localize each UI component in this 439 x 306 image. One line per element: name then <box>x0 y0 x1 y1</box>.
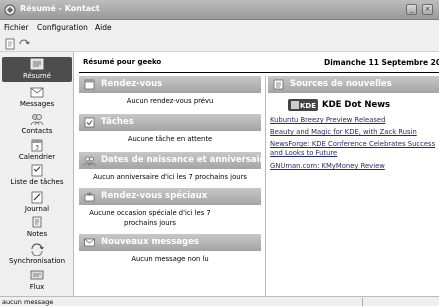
news-link[interactable]: NewsForge: KDE Conference Celebrates Suc… <box>270 140 439 158</box>
sidebar-item-flux[interactable]: Flux <box>2 268 72 293</box>
sidebar-item-label: Contacts <box>21 127 53 135</box>
section-taches-title[interactable]: Tâches <box>79 114 261 131</box>
close-icon[interactable]: × <box>422 4 433 15</box>
sidebar: Résumé Messages Contacts 3 Calendrier Li… <box>0 52 74 296</box>
toolbar <box>0 36 439 52</box>
section-messages-title[interactable]: Nouveaux messages <box>79 234 261 251</box>
kde-logo-icon: KDE <box>288 99 318 111</box>
section-title-text: Tâches <box>101 117 134 127</box>
todo-icon <box>84 117 95 128</box>
journal-icon <box>31 191 43 204</box>
mail-icon <box>84 238 95 247</box>
section-news-title[interactable]: Sources de nouvelles <box>268 76 439 93</box>
news-column: Sources de nouvelles KDE KDE Dot News Ku… <box>265 76 439 296</box>
sidebar-item-label: Notes <box>26 230 48 238</box>
birthday-icon <box>83 156 96 167</box>
header-divider <box>79 72 439 73</box>
notes-icon <box>32 216 42 228</box>
news-link[interactable]: Kubuntu Breezy Preview Released <box>270 116 439 125</box>
sidebar-item-calendrier[interactable]: 3 Calendrier <box>2 138 72 163</box>
menu-fichier[interactable]: Fichier <box>4 23 29 32</box>
sidebar-item-label: Messages <box>19 100 55 108</box>
feed-icon <box>30 270 44 280</box>
menu-aide[interactable]: Aide <box>95 23 112 32</box>
menu-configuration[interactable]: Configuration <box>37 23 88 32</box>
sidebar-item-contacts[interactable]: Contacts <box>2 112 72 137</box>
feed-name: KDE Dot News <box>322 100 391 110</box>
contacts-icon <box>30 114 44 126</box>
news-link[interactable]: GNUman.com: KMyMoney Review <box>270 162 439 171</box>
sync-icon <box>31 243 44 256</box>
section-title-text: Nouveaux messages <box>101 237 199 247</box>
sidebar-item-label: Résumé <box>22 72 52 80</box>
menubar: Fichier Configuration Aide <box>0 20 439 36</box>
section-rendez-vous-title[interactable]: Rendez-vous <box>79 76 261 93</box>
svg-text:3: 3 <box>35 145 39 152</box>
summary-icon <box>30 58 44 70</box>
sidebar-item-label: Flux <box>29 283 45 291</box>
summary-date: Dimanche 11 Septembre 200 <box>324 58 439 67</box>
minimize-icon[interactable]: _ <box>406 4 417 15</box>
status-divider <box>362 298 363 306</box>
sidebar-item-messages[interactable]: Messages <box>2 85 72 110</box>
sidebar-item-resume[interactable]: Résumé <box>2 57 72 82</box>
todo-icon <box>31 164 43 177</box>
sidebar-item-label: Liste de tâches <box>10 178 64 186</box>
statusbar: aucun message <box>0 296 439 306</box>
section-title-text: Sources de nouvelles <box>290 79 392 89</box>
window-title: Résumé - Kontact <box>20 4 100 13</box>
section-title-text: Rendez-vous spéciaux <box>101 191 208 201</box>
news-link[interactable]: Beauty and Magic for KDE, with Zack Rusi… <box>270 128 439 137</box>
sidebar-item-journal[interactable]: Journal <box>2 190 72 215</box>
summary-header: Résumé pour geeko Dimanche 11 Septembre … <box>75 52 439 73</box>
summary-greeting: Résumé pour geeko <box>83 58 162 66</box>
section-messages-body: Aucun message non lu <box>131 255 209 263</box>
sidebar-item-label: Synchronisation <box>8 257 66 265</box>
sidebar-item-notes[interactable]: Notes <box>2 215 72 240</box>
section-rendez-vous-body: Aucun rendez-vous prévu <box>126 97 214 105</box>
section-speciaux-title[interactable]: Rendez-vous spéciaux <box>79 188 261 205</box>
sidebar-item-taches[interactable]: Liste de tâches <box>2 163 72 188</box>
sync-icon[interactable] <box>18 38 30 50</box>
section-speciaux-body: Aucune occasion spéciale d'ici les 7 pro… <box>89 209 211 227</box>
sidebar-item-synchronisation[interactable]: Synchronisation <box>2 242 72 267</box>
summary-view: Résumé pour geeko Dimanche 11 Septembre … <box>75 52 439 296</box>
calendar-icon <box>84 79 95 90</box>
section-anniversaires-title[interactable]: Dates de naissance et anniversaires <box>79 152 275 169</box>
mail-icon <box>30 87 44 98</box>
status-text: aucun message <box>2 298 54 306</box>
news-icon <box>273 79 284 90</box>
section-title-text: Dates de naissance et anniversaires <box>101 155 275 165</box>
section-title-text: Rendez-vous <box>101 79 163 89</box>
sidebar-item-label: Journal <box>24 205 50 213</box>
new-document-icon[interactable] <box>4 38 16 50</box>
svg-text:KDE: KDE <box>300 102 316 110</box>
calendar-icon: 3 <box>31 139 43 152</box>
special-dates-icon <box>84 192 95 202</box>
section-anniversaires-body: Aucun anniversaire d'ici les 7 prochains… <box>93 173 247 181</box>
window-titlebar[interactable]: Résumé - Kontact _ × <box>0 0 439 20</box>
kontact-app-icon <box>4 4 16 16</box>
sidebar-item-label: Calendrier <box>18 153 56 161</box>
section-taches-body: Aucune tâche en attente <box>127 135 213 143</box>
